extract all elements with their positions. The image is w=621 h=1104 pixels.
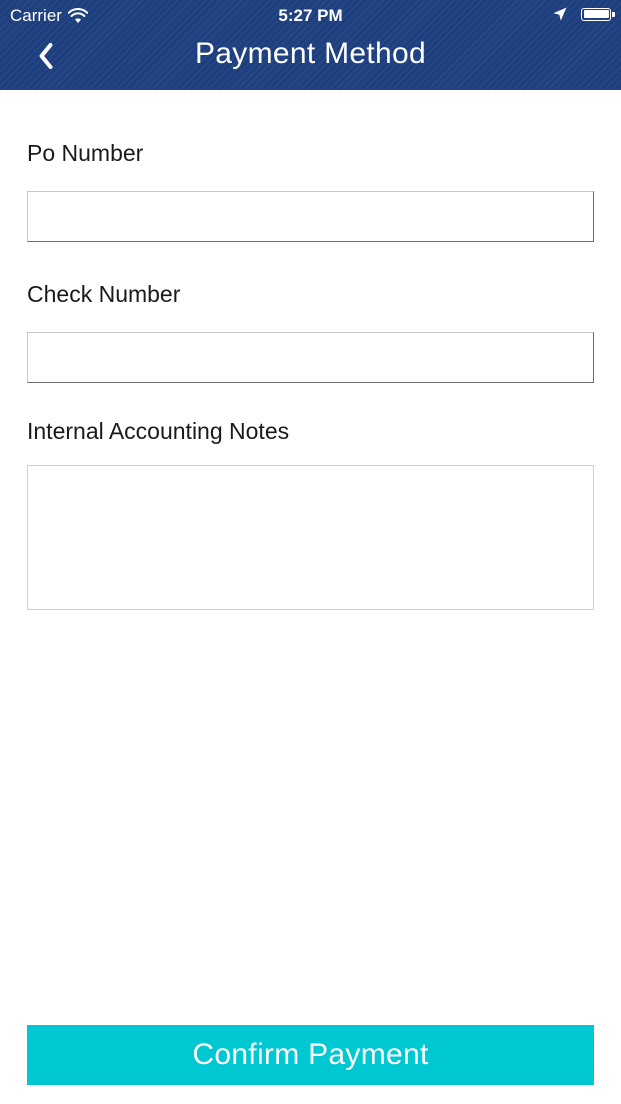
nav-bar: Payment Method: [0, 32, 621, 90]
po-number-input[interactable]: [27, 191, 594, 242]
internal-notes-textarea[interactable]: [27, 465, 594, 610]
location-arrow-icon: [553, 7, 567, 21]
battery-nub: [612, 11, 615, 17]
status-time: 5:27 PM: [278, 6, 343, 25]
po-number-label: Po Number: [27, 140, 144, 166]
check-number-input[interactable]: [27, 332, 594, 383]
confirm-payment-button[interactable]: Confirm Payment: [27, 1025, 594, 1085]
status-bar: Carrier 5:27 PM: [0, 0, 621, 32]
payment-method-screen: Carrier 5:27 PM Payment Method Po Number…: [0, 0, 621, 1104]
top-bar: Carrier 5:27 PM Payment Method: [0, 0, 621, 90]
internal-notes-label: Internal Accounting Notes: [27, 418, 290, 444]
check-number-label: Check Number: [27, 281, 181, 307]
battery-fill: [583, 10, 609, 18]
battery-icon: [581, 7, 615, 21]
page-title: Payment Method: [195, 37, 426, 70]
status-right-group: [553, 7, 615, 21]
